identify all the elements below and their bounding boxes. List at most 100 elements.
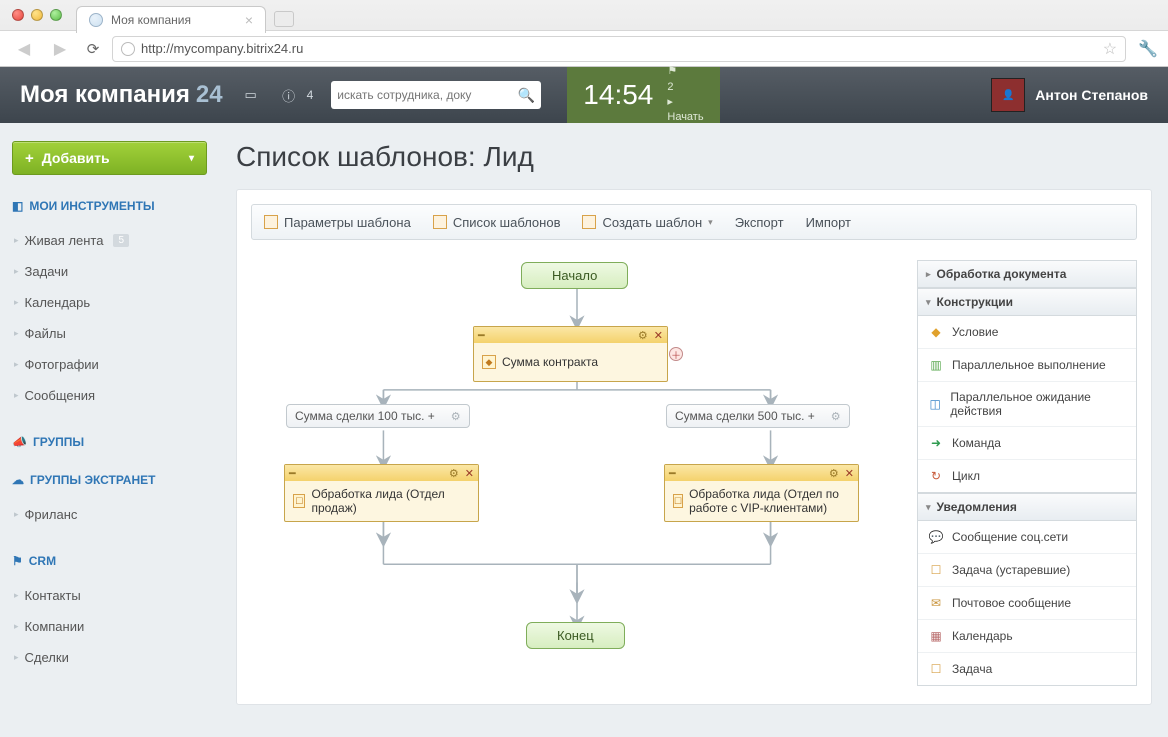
condition-left[interactable]: Сумма сделки 100 тыс. + ⚙	[286, 404, 470, 428]
tab-title: Моя компания	[111, 13, 191, 27]
toolbar-template-list[interactable]: Список шаблонов	[433, 215, 561, 230]
minimize-icon[interactable]: ━	[478, 329, 485, 342]
add-branch-button[interactable]: ＋	[669, 347, 683, 361]
forward-button[interactable]: ▶	[46, 37, 74, 61]
close-icon[interactable]: ✕	[654, 329, 663, 342]
condition-right[interactable]: Сумма сделки 500 тыс. + ⚙	[666, 404, 850, 428]
sidebar-item-tasks[interactable]: ▸Задачи	[12, 256, 208, 287]
arrow-right-icon: ➜	[928, 435, 944, 451]
sidebar-item-feed[interactable]: ▸Живая лента5	[12, 225, 208, 256]
sidebar-item-deals[interactable]: ▸Сделки	[12, 642, 208, 673]
palette-group-doc[interactable]: ▸Обработка документа	[917, 260, 1137, 288]
palette-item-command[interactable]: ➜Команда	[918, 427, 1136, 460]
node-end[interactable]: Конец	[526, 622, 625, 649]
new-tab-button[interactable]	[274, 11, 294, 27]
palette: ▸Обработка документа ▾Конструкции ◆Услов…	[917, 260, 1137, 686]
megaphone-icon: 📣	[12, 435, 27, 449]
gear-icon[interactable]: ⚙	[829, 467, 839, 480]
node-decision[interactable]: ━ ⚙ ✕ ◆ Сумма контракта ＋	[473, 326, 668, 382]
minimize-icon[interactable]: ━	[669, 467, 676, 480]
user-menu[interactable]: 👤 Антон Степанов	[991, 78, 1148, 112]
sidebar-item-messages[interactable]: ▸Сообщения	[12, 380, 208, 411]
bookmark-icon: ◧	[12, 199, 23, 213]
palette-item-calendar[interactable]: ▦Календарь	[918, 620, 1136, 653]
sidebar-item-photos[interactable]: ▸Фотографии	[12, 349, 208, 380]
minimize-window[interactable]	[31, 9, 43, 21]
logo[interactable]: Моя компания 24	[20, 81, 223, 109]
sidebar-item-freelance[interactable]: ▸Фриланс	[12, 499, 208, 530]
settings-icon[interactable]: 🔧	[1138, 39, 1158, 59]
palette-item-task-old[interactable]: ☐Задача (устаревшие)	[918, 554, 1136, 587]
url-text: http://mycompany.bitrix24.ru	[141, 41, 303, 56]
chevron-right-icon: ▸	[926, 269, 931, 280]
sidebar-section-tools[interactable]: ◧ МОИ ИНСТРУМЕНТЫ	[12, 199, 208, 213]
palette-item-parallel[interactable]: ▥Параллельное выполнение	[918, 349, 1136, 382]
chevron-down-icon: ▾	[926, 297, 931, 308]
sidebar-section-groups[interactable]: 📣 ГРУППЫ	[12, 435, 208, 449]
gear-icon[interactable]: ⚙	[638, 329, 648, 342]
close-tab-icon[interactable]: ×	[245, 12, 253, 28]
palette-group-constructs[interactable]: ▾Конструкции	[917, 288, 1137, 316]
browser-tab[interactable]: Моя компания ×	[76, 6, 266, 33]
gear-icon[interactable]: ⚙	[831, 410, 841, 423]
gear-icon[interactable]: ⚙	[451, 410, 461, 423]
close-window[interactable]	[12, 9, 24, 21]
calendar-icon: ▦	[928, 628, 944, 644]
node-start[interactable]: Начало	[521, 262, 628, 289]
back-button[interactable]: ◀	[10, 37, 38, 61]
toolbar-create-template[interactable]: Создать шаблон▾	[582, 215, 712, 230]
sidebar-item-contacts[interactable]: ▸Контакты	[12, 580, 208, 611]
sidebar-section-crm[interactable]: ⚑ CRM	[12, 554, 208, 568]
page-title: Список шаблонов: Лид	[236, 141, 1152, 173]
close-icon[interactable]: ✕	[465, 467, 474, 480]
wait-icon: ◫	[928, 396, 942, 412]
search-icon[interactable]: 🔍	[518, 87, 535, 104]
add-button[interactable]: + Добавить ▾	[12, 141, 207, 175]
palette-item-mail[interactable]: ✉Почтовое сообщение	[918, 587, 1136, 620]
header-search[interactable]: 🔍	[331, 81, 541, 109]
palette-item-loop[interactable]: ↻Цикл	[918, 460, 1136, 492]
sheet-icon	[264, 215, 278, 229]
search-input[interactable]	[337, 88, 518, 102]
messages-icon[interactable]: ▭	[241, 87, 261, 103]
toolbar-template-params[interactable]: Параметры шаблона	[264, 215, 411, 230]
reload-button[interactable]: ⟳	[82, 38, 104, 60]
palette-item-condition[interactable]: ◆Условие	[918, 316, 1136, 349]
gear-icon[interactable]: ⚙	[449, 467, 459, 480]
close-icon[interactable]: ✕	[845, 467, 854, 480]
user-name: Антон Степанов	[1035, 87, 1148, 103]
address-bar[interactable]: http://mycompany.bitrix24.ru ☆	[112, 36, 1126, 62]
info-count: 4	[307, 88, 314, 102]
sidebar-section-extranet[interactable]: ☁ ГРУППЫ ЭКСТРАНЕТ	[12, 473, 208, 487]
sidebar-item-calendar[interactable]: ▸Календарь	[12, 287, 208, 318]
new-icon	[582, 215, 596, 229]
chevron-down-icon: ▾	[926, 502, 931, 513]
clock-time: 14:54	[583, 79, 653, 111]
toolbar: Параметры шаблона Список шаблонов Создат…	[251, 204, 1137, 240]
mail-icon: ✉	[928, 595, 944, 611]
sidebar: + Добавить ▾ ◧ МОИ ИНСТРУМЕНТЫ ▸Живая ле…	[0, 123, 220, 721]
toolbar-import[interactable]: Импорт	[806, 215, 851, 230]
info-icon[interactable]: ⓘ	[279, 87, 299, 103]
palette-group-notify[interactable]: ▾Уведомления	[917, 493, 1137, 521]
maximize-window[interactable]	[50, 9, 62, 21]
palette-item-wait[interactable]: ◫Параллельное ожидание действия	[918, 382, 1136, 427]
cloud-icon: ☁	[12, 473, 24, 487]
clock-meta: ⚑ 2 ▸ Начать	[667, 64, 703, 126]
toolbar-export[interactable]: Экспорт	[735, 215, 784, 230]
sidebar-item-companies[interactable]: ▸Компании	[12, 611, 208, 642]
minimize-icon[interactable]: ━	[289, 467, 296, 480]
window-controls	[12, 9, 62, 21]
palette-item-social[interactable]: 💬Сообщение соц.сети	[918, 521, 1136, 554]
chevron-down-icon: ▾	[189, 153, 194, 164]
palette-item-task[interactable]: ☐Задача	[918, 653, 1136, 685]
workflow-canvas[interactable]: Начало ━ ⚙ ✕ ◆ Сумма контрак	[251, 260, 903, 686]
node-task-left[interactable]: ━ ⚙ ✕ ☐ Обработка лида (Отдел продаж)	[284, 464, 479, 522]
bookmark-icon[interactable]: ☆	[1103, 39, 1117, 59]
time-tracker[interactable]: 14:54 ⚑ 2 ▸ Начать	[567, 67, 719, 123]
chevron-down-icon: ▾	[708, 217, 713, 228]
list-icon	[433, 215, 447, 229]
node-task-right[interactable]: ━ ⚙ ✕ ☐ Обработка лида (Отдел по работе …	[664, 464, 859, 522]
sidebar-item-files[interactable]: ▸Файлы	[12, 318, 208, 349]
main-card: Параметры шаблона Список шаблонов Создат…	[236, 189, 1152, 705]
